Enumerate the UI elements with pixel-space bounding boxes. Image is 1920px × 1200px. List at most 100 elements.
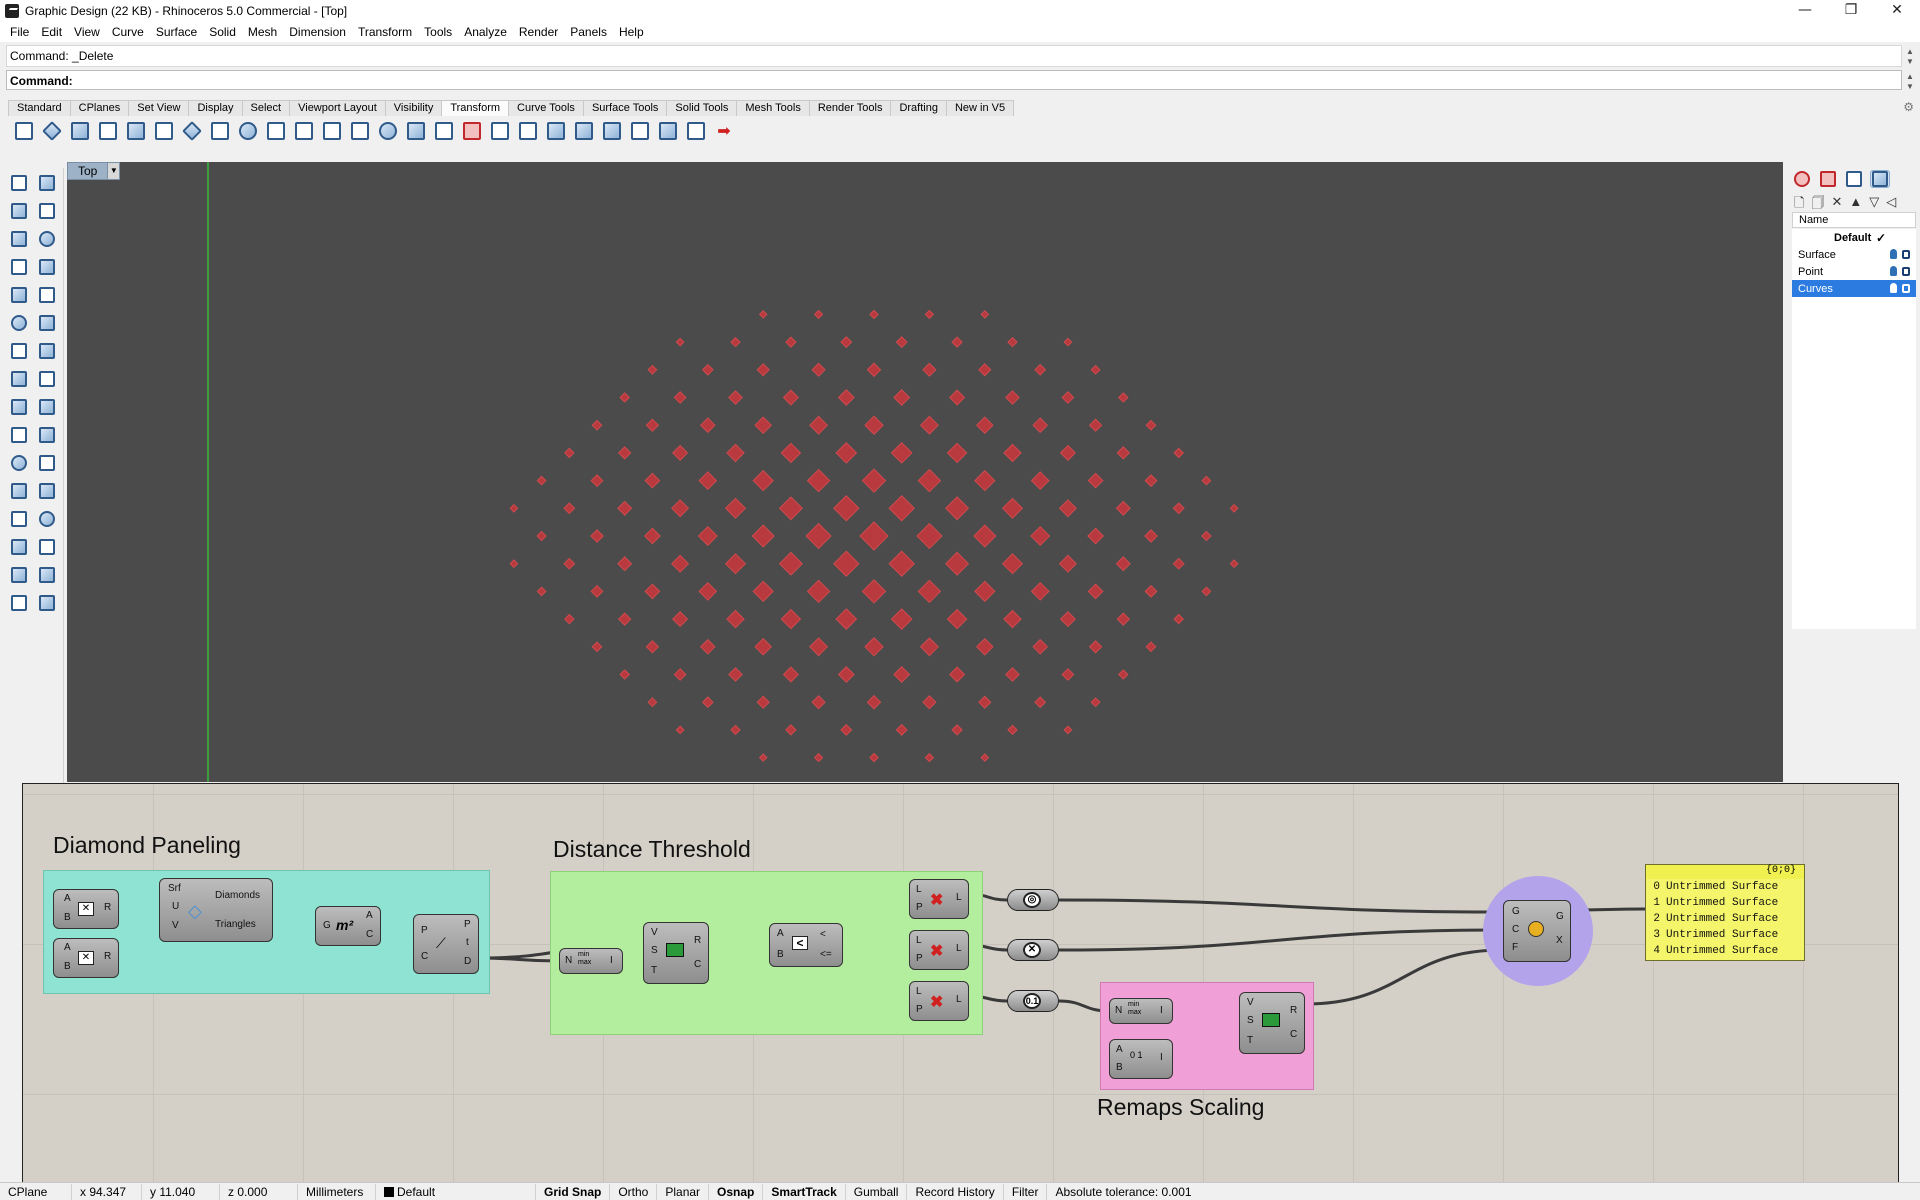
top-viewport[interactable]: Top ▼ xyxy=(67,162,1783,782)
array-curve-tool-icon[interactable] xyxy=(402,119,430,143)
tab-solid-tools[interactable]: Solid Tools xyxy=(666,100,738,116)
menu-render[interactable]: Render xyxy=(513,22,564,42)
menu-surface[interactable]: Surface xyxy=(150,22,203,42)
port-srf[interactable]: Srf xyxy=(168,883,181,894)
fillet-tool-icon[interactable] xyxy=(6,450,32,476)
port-le[interactable]: <= xyxy=(820,949,832,960)
polyline-tool-icon[interactable] xyxy=(6,198,32,224)
scale-component[interactable]: G C F G X xyxy=(1503,900,1571,962)
status-planar[interactable]: Planar xyxy=(657,1183,710,1200)
align-tool-icon[interactable] xyxy=(458,119,486,143)
layers-tab-icon[interactable] xyxy=(1818,170,1838,188)
orient-on-srf-tool-icon[interactable] xyxy=(234,119,262,143)
taper-tool-icon[interactable] xyxy=(542,119,570,143)
lock-icon[interactable] xyxy=(1902,267,1910,276)
menu-edit[interactable]: Edit xyxy=(35,22,68,42)
port-x[interactable]: X xyxy=(1556,935,1563,946)
port-f[interactable]: F xyxy=(1512,942,1518,953)
geometry-param[interactable]: ✕ xyxy=(1007,939,1059,961)
set-pt-tool-icon[interactable] xyxy=(486,119,514,143)
port-g[interactable]: G xyxy=(1512,906,1520,917)
lightbulb-icon[interactable] xyxy=(1890,249,1897,259)
lock-icon[interactable] xyxy=(1902,284,1910,293)
port-v[interactable]: V xyxy=(1247,997,1254,1008)
bounds-component-2[interactable]: N min max I xyxy=(1109,998,1173,1024)
multiply-component-2[interactable]: A B ✕ R xyxy=(53,938,119,978)
menu-mesh[interactable]: Mesh xyxy=(242,22,283,42)
toolbar-options-gear-icon[interactable]: ⚙ xyxy=(1903,100,1914,114)
area-component[interactable]: G m² A C xyxy=(315,906,381,946)
lock-icon[interactable] xyxy=(1902,250,1910,259)
cull-pattern-component-3[interactable]: L P ✖ L xyxy=(909,981,969,1021)
plane-tool-icon[interactable] xyxy=(34,394,60,420)
menu-curve[interactable]: Curve xyxy=(106,22,150,42)
mesh-tool-icon[interactable] xyxy=(6,422,32,448)
lock-tool-icon[interactable] xyxy=(6,590,32,616)
command-input[interactable]: Command: xyxy=(6,70,1902,90)
analyze-tool-icon[interactable] xyxy=(6,534,32,560)
curve-tool-icon[interactable] xyxy=(34,198,60,224)
maximize-button[interactable]: ❐ xyxy=(1828,0,1874,22)
point-tool-icon[interactable] xyxy=(34,170,60,196)
port-p[interactable]: P xyxy=(421,925,428,936)
port-t[interactable]: t xyxy=(466,937,469,948)
multiply-component-1[interactable]: A B ✕ R xyxy=(53,889,119,929)
menu-dimension[interactable]: Dimension xyxy=(283,22,352,42)
port-b[interactable]: B xyxy=(1116,1062,1123,1073)
tab-viewport-layout[interactable]: Viewport Layout xyxy=(289,100,386,116)
chamfer-tool-icon[interactable] xyxy=(34,450,60,476)
status-smarttrack[interactable]: SmartTrack xyxy=(763,1183,846,1200)
status-grid-snap[interactable]: Grid Snap xyxy=(536,1183,611,1200)
rotate-tool-icon[interactable] xyxy=(66,119,94,143)
menu-panels[interactable]: Panels xyxy=(564,22,613,42)
port-p[interactable]: P xyxy=(916,902,923,913)
grid-tool-icon[interactable] xyxy=(6,562,32,588)
twist-tool-icon[interactable] xyxy=(318,119,346,143)
curve-tools-tool-icon[interactable] xyxy=(34,282,60,308)
port-t[interactable]: T xyxy=(1247,1035,1253,1046)
menu-view[interactable]: View xyxy=(68,22,106,42)
text-tool-icon[interactable] xyxy=(6,478,32,504)
menu-transform[interactable]: Transform xyxy=(352,22,418,42)
port-c[interactable]: C xyxy=(1290,1029,1297,1040)
menu-file[interactable]: File xyxy=(4,22,35,42)
status-gumball[interactable]: Gumball xyxy=(846,1183,908,1200)
status-osnap[interactable]: Osnap xyxy=(709,1183,764,1200)
port-r[interactable]: R xyxy=(104,951,111,962)
port-t[interactable]: T xyxy=(651,965,657,976)
dimension-tool-icon[interactable] xyxy=(34,478,60,504)
port-i[interactable]: I xyxy=(1160,1052,1163,1063)
tab-surface-tools[interactable]: Surface Tools xyxy=(582,100,668,116)
close-button[interactable]: ✕ xyxy=(1874,0,1920,22)
status-record-history[interactable]: Record History xyxy=(907,1183,1004,1200)
select-tool-icon[interactable] xyxy=(6,170,32,196)
array-tool-icon[interactable] xyxy=(346,119,374,143)
viewport-tab[interactable]: Top ▼ xyxy=(67,162,121,180)
tab-select[interactable]: Select xyxy=(241,100,291,116)
port-a[interactable]: A xyxy=(64,942,71,953)
bounds-component[interactable]: N min max I xyxy=(559,948,623,974)
port-l[interactable]: L xyxy=(916,884,922,895)
arrow-tool-icon[interactable]: ➡ xyxy=(710,119,738,143)
block-tool-icon[interactable] xyxy=(34,506,60,532)
port-c[interactable]: C xyxy=(694,959,701,970)
lightbulb-icon[interactable] xyxy=(1890,283,1897,293)
status-ortho[interactable]: Ortho xyxy=(610,1183,658,1200)
menu-help[interactable]: Help xyxy=(613,22,650,42)
tab-mesh-tools[interactable]: Mesh Tools xyxy=(736,100,810,116)
port-a[interactable]: A xyxy=(366,910,373,921)
tab-standard[interactable]: Standard xyxy=(8,100,71,116)
lightbulb-icon[interactable] xyxy=(1890,266,1897,276)
layer-row-default[interactable]: Default ✓ xyxy=(1792,229,1916,246)
stretch-tool-icon[interactable] xyxy=(570,119,598,143)
tab-new-in-v5[interactable]: New in V5 xyxy=(945,100,1015,116)
port-diamonds[interactable]: Diamonds xyxy=(215,890,260,901)
tab-display[interactable]: Display xyxy=(188,100,243,116)
solid-tool-icon[interactable] xyxy=(34,366,60,392)
sort-list-component-2[interactable]: V S T R C xyxy=(1239,992,1305,1054)
polygon-tool-icon[interactable] xyxy=(6,282,32,308)
cull-pattern-component-2[interactable]: L P ✖ L xyxy=(909,930,969,970)
port-r[interactable]: R xyxy=(694,935,701,946)
help-tab-icon[interactable] xyxy=(1870,170,1890,188)
port-g[interactable]: G xyxy=(323,920,331,931)
